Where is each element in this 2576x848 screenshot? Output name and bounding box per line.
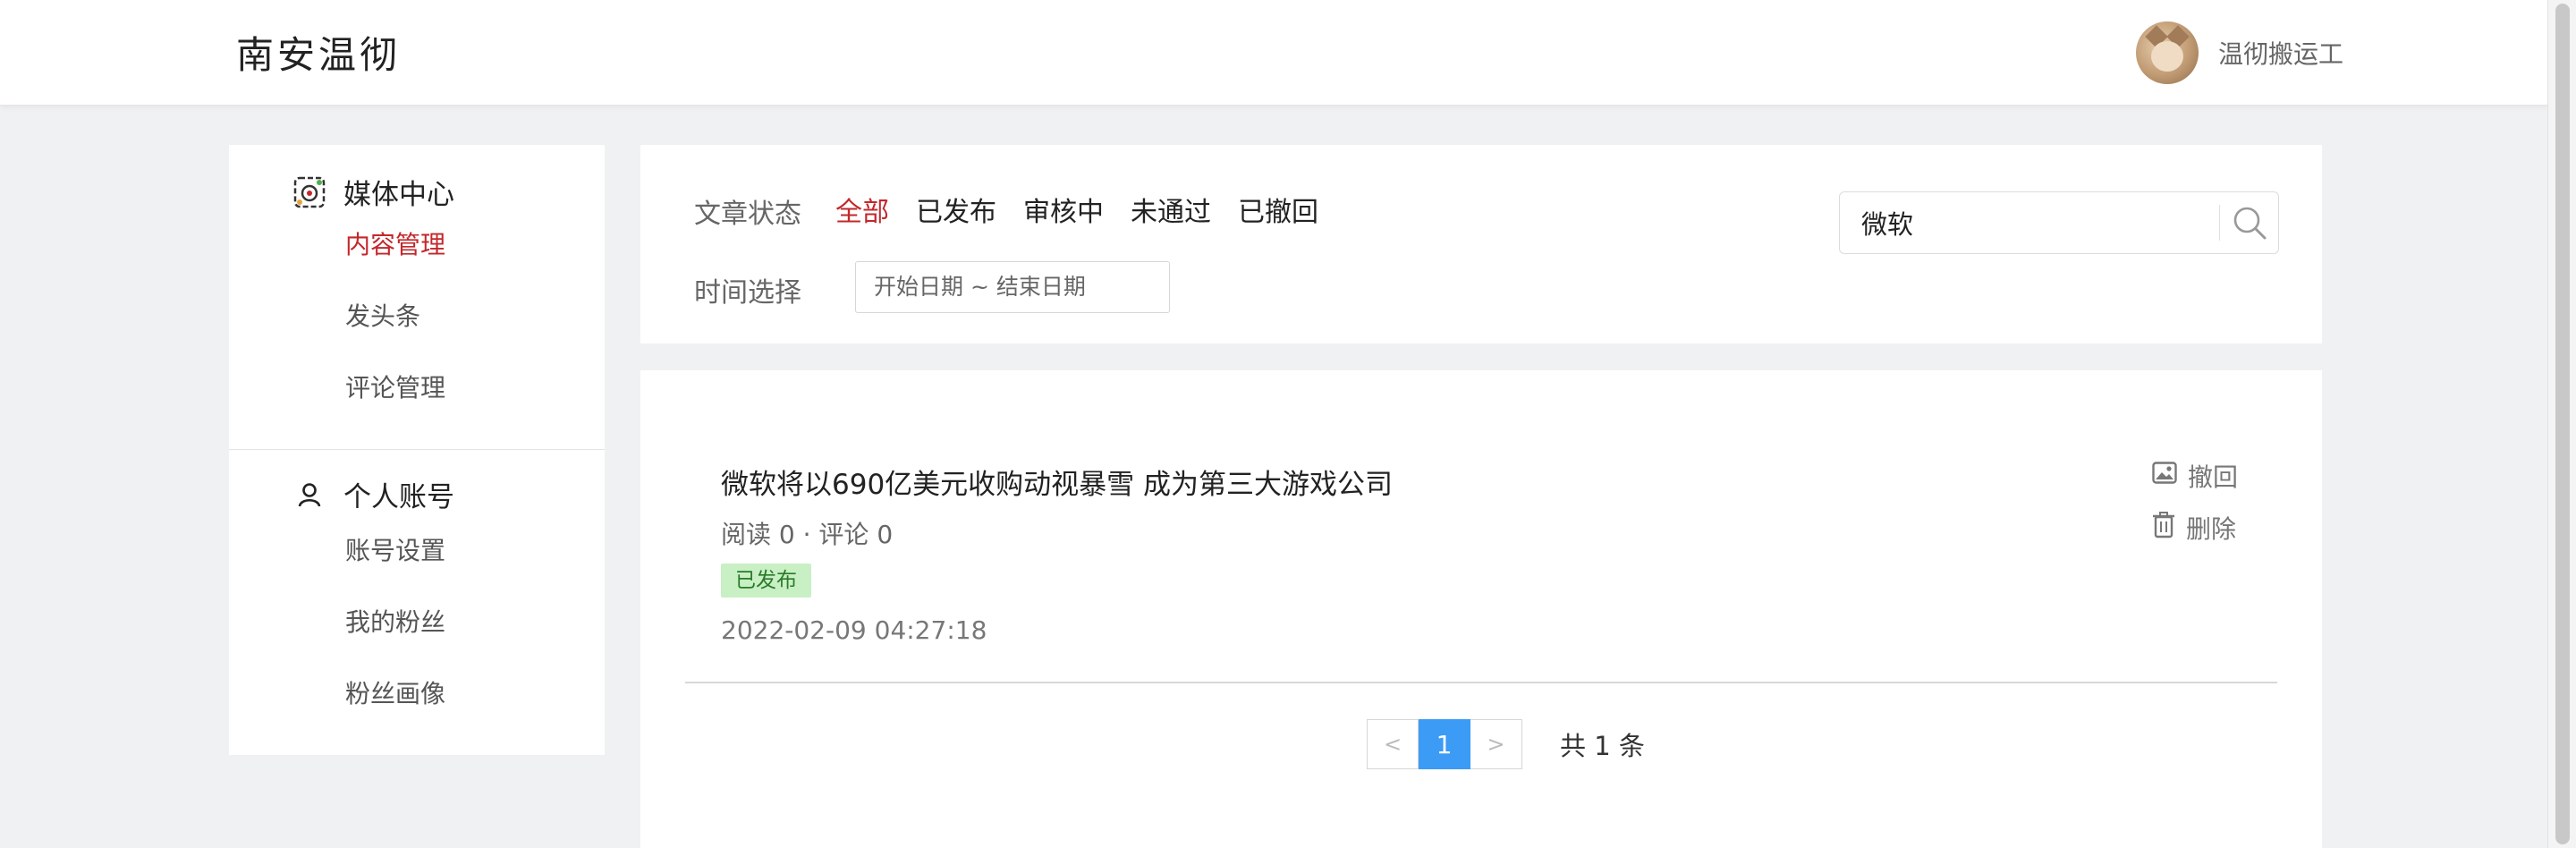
article-list-panel: 微软将以690亿美元收购动视暴雪 成为第三大游戏公司 阅读 0 · 评论 0 已… bbox=[640, 370, 2322, 848]
revoke-label: 撤回 bbox=[2188, 462, 2239, 492]
site-logo[interactable]: 南安温彻 bbox=[236, 25, 401, 80]
status-tab-rejected[interactable]: 未通过 bbox=[1131, 190, 1211, 229]
user-icon bbox=[292, 477, 327, 513]
delete-button[interactable]: 删除 bbox=[2152, 510, 2236, 546]
media-center-icon bbox=[292, 174, 327, 210]
trash-icon bbox=[2152, 511, 2175, 545]
status-tab-all[interactable]: 全部 bbox=[835, 190, 889, 229]
search-separator bbox=[2219, 205, 2220, 241]
prev-page-button[interactable]: < bbox=[1367, 719, 1419, 769]
status-tab-published[interactable]: 已发布 bbox=[916, 190, 996, 229]
avatar[interactable] bbox=[2136, 21, 2199, 84]
page-number-button[interactable]: 1 bbox=[1419, 719, 1470, 769]
sidebar-group-account[interactable]: 个人账号 bbox=[292, 474, 454, 514]
sidebar-group-label: 个人账号 bbox=[343, 481, 454, 513]
filter-panel: 文章状态 全部 已发布 审核中 未通过 已撤回 时间选择 开始日期 ~ 结束日期 bbox=[640, 145, 2322, 343]
list-divider bbox=[685, 682, 2277, 683]
article-time: 2022-02-09 04:27:18 bbox=[721, 615, 987, 645]
sidebar-item-account-settings[interactable]: 账号设置 bbox=[345, 531, 445, 567]
search-box bbox=[1839, 191, 2279, 254]
page-scrollbar[interactable] bbox=[2547, 0, 2576, 848]
status-badge: 已发布 bbox=[721, 564, 811, 598]
user-name[interactable]: 温彻搬运工 bbox=[2218, 35, 2343, 71]
sidebar-group-media-center[interactable]: 媒体中心 bbox=[292, 172, 454, 212]
pagination-total: 共 1 条 bbox=[1560, 731, 1645, 761]
sidebar-item-my-fans[interactable]: 我的粉丝 bbox=[345, 603, 445, 639]
status-filter-label: 文章状态 bbox=[694, 199, 801, 230]
revoke-button[interactable]: 撤回 bbox=[2152, 458, 2238, 494]
user-menu[interactable]: 温彻搬运工 bbox=[2136, 21, 2343, 84]
search-icon bbox=[2230, 203, 2269, 246]
article-title[interactable]: 微软将以690亿美元收购动视暴雪 成为第三大游戏公司 bbox=[721, 462, 1393, 502]
status-tab-reviewing[interactable]: 审核中 bbox=[1023, 190, 1104, 229]
sidebar-divider bbox=[229, 449, 605, 450]
scrollbar-thumb[interactable] bbox=[2555, 4, 2570, 844]
sidebar-group-label: 媒体中心 bbox=[343, 179, 454, 211]
sidebar-item-comment-management[interactable]: 评论管理 bbox=[345, 369, 445, 404]
status-tab-revoked[interactable]: 已撤回 bbox=[1238, 190, 1318, 229]
article-meta: 阅读 0 · 评论 0 bbox=[721, 520, 894, 549]
sidebar: 媒体中心 内容管理 发头条 评论管理 个人账号 账号设置 我的粉丝 粉丝画像 bbox=[229, 145, 605, 755]
date-range-picker[interactable]: 开始日期 ~ 结束日期 bbox=[855, 261, 1170, 313]
revoke-icon bbox=[2152, 461, 2177, 491]
status-tabs: 全部 已发布 审核中 未通过 已撤回 bbox=[835, 190, 1318, 229]
date-filter-label: 时间选择 bbox=[694, 277, 801, 309]
search-input[interactable] bbox=[1840, 192, 2216, 253]
sidebar-item-fan-portrait[interactable]: 粉丝画像 bbox=[345, 674, 445, 710]
pagination: < 1 > 共 1 条 bbox=[1367, 719, 1645, 769]
sidebar-item-content-management[interactable]: 内容管理 bbox=[345, 225, 445, 261]
top-header: 南安温彻 温彻搬运工 bbox=[0, 0, 2547, 106]
delete-label: 删除 bbox=[2186, 514, 2237, 544]
next-page-button[interactable]: > bbox=[1470, 719, 1522, 769]
sidebar-item-publish[interactable]: 发头条 bbox=[345, 297, 420, 333]
search-button[interactable] bbox=[2228, 203, 2271, 246]
